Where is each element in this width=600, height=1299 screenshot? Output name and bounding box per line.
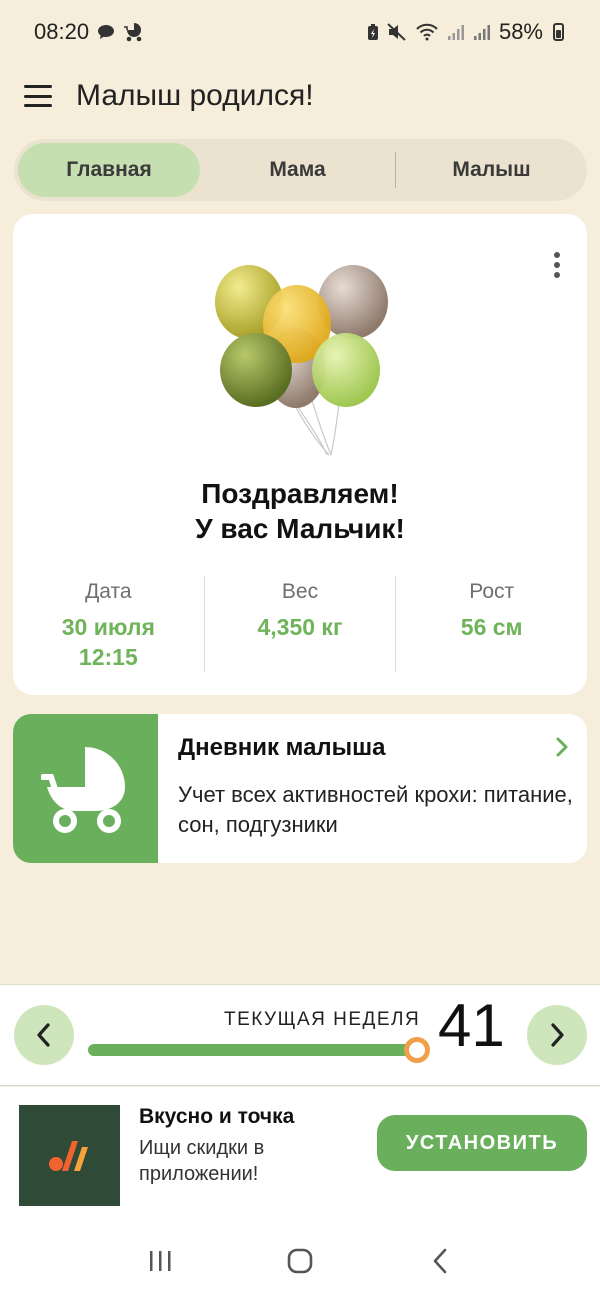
diary-description: Учет всех активностей крохи: питание, со… [178, 782, 573, 837]
home-button[interactable] [270, 1236, 330, 1286]
ad-logo [19, 1105, 120, 1206]
status-left: 08:20 [34, 19, 145, 45]
stroller-icon [124, 23, 142, 42]
app-title: Малыш родился! [76, 79, 314, 112]
battery-icon [553, 23, 564, 41]
stat-value: 4,350 кг [257, 614, 343, 640]
stat-weight: Вес 4,350 кг [203, 576, 396, 672]
tab-baby[interactable]: Малыш [396, 143, 587, 197]
congrats-line-2: У вас Мальчик! [195, 513, 405, 544]
diary-title: Дневник малыша [178, 734, 386, 761]
birth-stats: Дата 30 июля 12:15 Вес 4,350 кг Рост 56 … [13, 576, 587, 672]
home-icon [287, 1248, 313, 1273]
battery-level: 58% [498, 19, 543, 44]
week-bar: ТЕКУЩАЯ НЕДЕЛЯ 41 [0, 984, 600, 1086]
stat-height: Рост 56 см [395, 576, 587, 672]
next-week-button[interactable] [527, 1005, 587, 1065]
recent-apps-button[interactable] [130, 1236, 190, 1286]
week-number: 41 [438, 992, 505, 1059]
system-nav-bar [0, 1222, 600, 1299]
ad-title: Вкусно и точка [139, 1105, 295, 1128]
ad-banner: Вкусно и точка Ищи скидки в приложении! … [0, 1087, 600, 1222]
tab-mom[interactable]: Мама [200, 143, 395, 197]
clock: 08:20 [34, 19, 90, 44]
stat-date: Дата 30 июля 12:15 [13, 576, 204, 672]
status-bar: 08:20 58% [0, 0, 600, 64]
battery-saver-icon [367, 24, 378, 40]
week-progress-knob[interactable] [404, 1037, 430, 1063]
stat-value: 56 см [460, 614, 523, 640]
previous-week-button[interactable] [14, 1005, 74, 1065]
mute-icon [387, 23, 406, 41]
brand-logo-icon [48, 1140, 88, 1171]
congrats-line-1: Поздравляем! [201, 478, 399, 509]
chevron-right-icon [556, 737, 568, 757]
week-label: ТЕКУЩАЯ НЕДЕЛЯ [224, 1009, 421, 1030]
diary-icon-box [13, 714, 158, 863]
ad-text: Ищи скидки в приложении! [139, 1137, 265, 1185]
back-button[interactable] [410, 1236, 470, 1286]
menu-icon[interactable] [24, 85, 52, 107]
stat-label: Рост [469, 580, 515, 603]
stroller-icon [40, 746, 125, 833]
congrats-text: Поздравляем! У вас Мальчик! [13, 476, 587, 546]
stat-label: Дата [85, 580, 132, 603]
chevron-right-icon [551, 1023, 564, 1047]
back-icon [433, 1248, 447, 1273]
balloons-image [215, 265, 388, 456]
diary-text: Дневник малыша Учет всех активностей кро… [158, 714, 587, 863]
stat-value: 30 июля 12:15 [61, 614, 155, 670]
wifi-icon [416, 23, 438, 41]
baby-diary-card[interactable]: Дневник малыша Учет всех активностей кро… [13, 714, 587, 863]
stat-label: Вес [281, 580, 319, 603]
signal-icon [447, 25, 464, 40]
more-options-icon[interactable] [553, 252, 561, 278]
install-button[interactable]: УСТАНОВИТЬ [377, 1115, 587, 1171]
recent-apps-icon [150, 1250, 171, 1271]
status-right: 58% [367, 19, 564, 45]
week-progress-track [88, 1044, 418, 1056]
app-bar: Малыш родился! [0, 70, 600, 122]
chat-bubble-icon [98, 25, 115, 39]
birth-card: Поздравляем! У вас Мальчик! Дата 30 июля… [13, 214, 587, 695]
tab-bar: Главная Мама Малыш [14, 139, 587, 201]
tab-home[interactable]: Главная [18, 143, 200, 197]
signal-icon [473, 25, 490, 40]
chevron-left-icon [37, 1023, 50, 1047]
